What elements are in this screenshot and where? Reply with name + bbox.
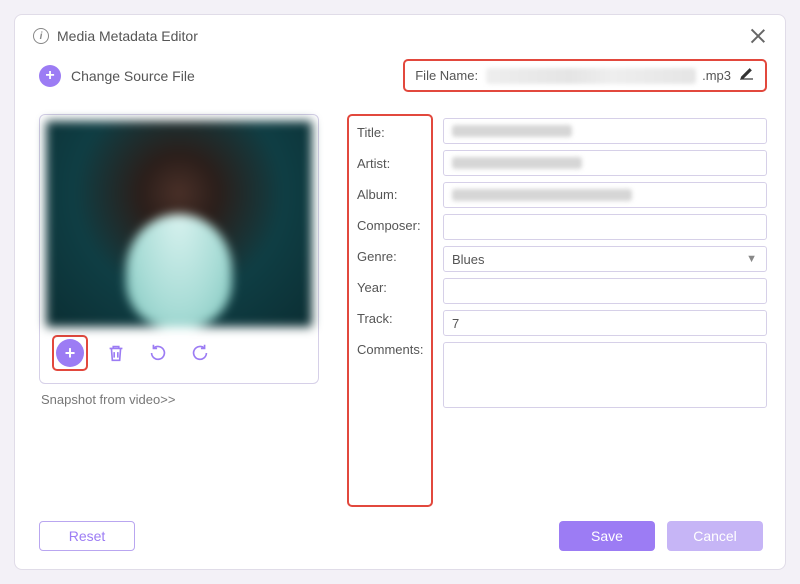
fields-column: ▼ <box>433 114 767 507</box>
dialog-title: Media Metadata Editor <box>57 28 198 44</box>
filename-area: File Name: .mp3 <box>403 59 767 92</box>
album-art-toolbar: + <box>46 327 312 377</box>
add-art-button[interactable]: + <box>56 339 84 367</box>
track-input[interactable] <box>443 310 767 336</box>
label-artist: Artist: <box>357 153 425 173</box>
label-comments: Comments: <box>357 339 425 359</box>
label-album: Album: <box>357 184 425 204</box>
snapshot-from-video-link[interactable]: Snapshot from video>> <box>39 392 319 407</box>
right-pane: Title: Artist: Album: Composer: Genre: Y… <box>319 114 767 507</box>
highlight-add-art: + <box>52 335 88 371</box>
metadata-editor-dialog: i Media Metadata Editor + Change Source … <box>14 14 786 570</box>
album-art-image <box>46 121 312 327</box>
save-button[interactable]: Save <box>559 521 655 551</box>
top-row: + Change Source File File Name: .mp3 <box>15 53 785 96</box>
label-composer: Composer: <box>357 215 425 235</box>
label-genre: Genre: <box>357 246 425 266</box>
close-icon[interactable] <box>749 27 767 45</box>
delete-art-button[interactable] <box>102 339 130 367</box>
info-icon: i <box>33 28 49 44</box>
reset-button[interactable]: Reset <box>39 521 135 551</box>
year-input[interactable] <box>443 278 767 304</box>
labels-column: Title: Artist: Album: Composer: Genre: Y… <box>347 114 433 507</box>
filename-extension: .mp3 <box>702 68 731 83</box>
rotate-right-button[interactable] <box>186 339 214 367</box>
label-track: Track: <box>357 308 425 328</box>
comments-textarea[interactable] <box>443 342 767 408</box>
left-pane: + Snapshot from video>> <box>39 114 319 507</box>
label-year: Year: <box>357 277 425 297</box>
content-area: + Snapshot from video>> Title: <box>15 96 785 507</box>
edit-filename-pencil-icon[interactable] <box>739 65 755 86</box>
composer-input[interactable] <box>443 214 767 240</box>
footer: Reset Save Cancel <box>15 507 785 569</box>
label-title: Title: <box>357 122 425 142</box>
titlebar: i Media Metadata Editor <box>15 15 785 53</box>
album-input[interactable] <box>443 182 767 208</box>
change-source-plus-icon[interactable]: + <box>39 65 61 87</box>
filename-label: File Name: <box>415 68 478 83</box>
album-art-frame: + <box>39 114 319 384</box>
genre-select[interactable] <box>443 246 767 272</box>
genre-select-wrap: ▼ <box>443 246 767 272</box>
rotate-left-button[interactable] <box>144 339 172 367</box>
change-source-file-link[interactable]: Change Source File <box>71 68 195 84</box>
filename-value <box>486 68 696 84</box>
cancel-button[interactable]: Cancel <box>667 521 763 551</box>
artist-input[interactable] <box>443 150 767 176</box>
title-input[interactable] <box>443 118 767 144</box>
